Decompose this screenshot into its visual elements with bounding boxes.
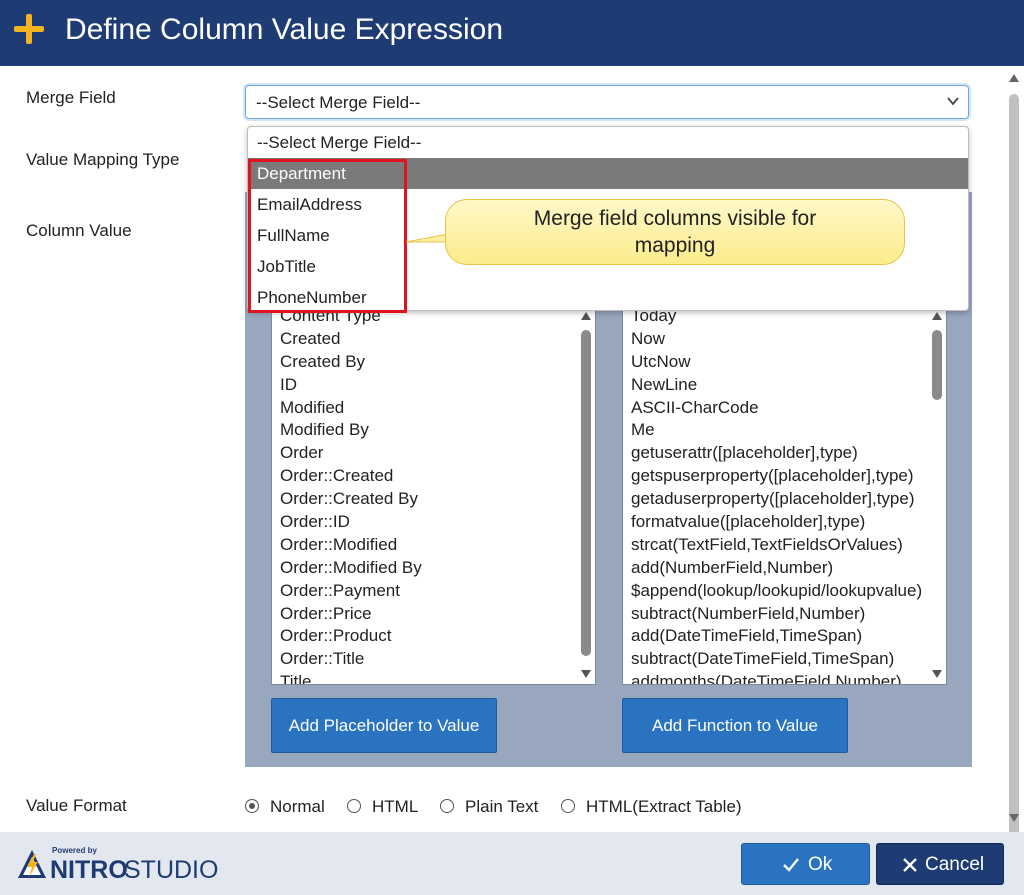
list-item[interactable]: addmonths(DateTimeField,Number) [631,671,922,684]
radio-button-checked[interactable] [245,799,259,813]
chevron-down-icon [947,97,959,106]
radio-label: HTML [372,797,419,816]
value-mapping-type-label: Value Mapping Type [26,150,180,169]
list-item[interactable]: Order::Modified By [280,557,422,580]
scroll-thumb[interactable] [581,330,591,656]
radio-label: HTML(Extract Table) [586,797,742,816]
brand-nitro: NITRO [50,856,128,884]
list-item[interactable]: Order::ID [280,511,422,534]
brand-studio: STUDIO [124,856,219,884]
annotation-highlight-box [248,159,407,313]
merge-field-selected-value: --Select Merge Field-- [256,93,421,112]
list-item[interactable]: $append(lookup/lookupid/lookupvalue) [631,580,922,603]
callout-line-1: Merge field columns visible for [533,207,817,230]
dialog-title: Define Column Value Expression [65,13,504,46]
scroll-thumb[interactable] [1009,94,1019,836]
list-item[interactable]: Order::Payment [280,580,422,603]
list-item[interactable]: Modified [280,397,422,420]
annotation-callout: Merge field columns visible for mapping [445,199,905,265]
dialog-footer: Powered by NITRO STUDIO [0,832,1024,895]
scroll-up-icon[interactable] [932,312,942,320]
callout-line-2: mapping [634,234,716,257]
list-item[interactable]: getuserattr([placeholder],type) [631,442,922,465]
powered-by-text: Powered by [52,846,97,855]
placeholder-scrollbar[interactable] [577,308,595,684]
list-item[interactable]: Order::Created [280,465,422,488]
close-icon [903,858,917,872]
list-item[interactable]: Created By [280,351,422,374]
list-item[interactable]: Modified By [280,419,422,442]
list-item[interactable]: Me [631,419,922,442]
radio-button[interactable] [347,799,361,813]
scroll-down-icon[interactable] [581,670,591,678]
radio-button[interactable] [561,799,575,813]
nitro-logo-icon [18,850,46,878]
radio-label: Plain Text [465,797,539,816]
list-item[interactable]: ID [280,374,422,397]
cancel-button[interactable]: Cancel [876,843,1004,885]
list-item[interactable]: getspuserproperty([placeholder],type) [631,465,922,488]
function-listbox[interactable]: Today Now UtcNow NewLine ASCII-CharCode Me get… [622,307,947,685]
list-item[interactable]: subtract(NumberField,Number) [631,603,922,626]
list-item[interactable]: formatvalue([placeholder],type) [631,511,922,534]
list-item[interactable]: add(DateTimeField,TimeSpan) [631,625,922,648]
list-item[interactable]: subtract(DateTimeField,TimeSpan) [631,648,922,671]
list-item[interactable]: Order::Created By [280,488,422,511]
cancel-label: Cancel [925,854,985,875]
ok-button[interactable]: Ok [741,843,870,885]
plus-icon [14,14,44,44]
value-format-label: Value Format [26,796,127,815]
list-item[interactable]: Order::Title [280,648,422,671]
dropdown-option[interactable]: --Select Merge Field-- [248,127,968,158]
function-scrollbar[interactable] [928,308,946,684]
list-item[interactable]: getaduserproperty([placeholder],type) [631,488,922,511]
list-item[interactable]: Order::Price [280,603,422,626]
list-item[interactable]: strcat(TextField,TextFieldsOrValues) [631,534,922,557]
scroll-up-icon[interactable] [1009,74,1019,82]
add-placeholder-button[interactable]: Add Placeholder to Value [271,698,497,753]
list-item[interactable]: Title [280,671,422,684]
scroll-down-icon[interactable] [932,670,942,678]
list-item[interactable]: Created [280,328,422,351]
list-item[interactable]: UtcNow [631,351,922,374]
nitro-studio-logo: Powered by NITRO STUDIO [16,846,219,886]
merge-field-label: Merge Field [26,88,116,107]
scroll-thumb[interactable] [932,330,942,400]
scroll-down-icon[interactable] [1009,814,1019,822]
ok-label: Ok [808,854,833,875]
list-item[interactable]: NewLine [631,374,922,397]
callout-tail [406,234,448,243]
list-item[interactable]: ASCII-CharCode [631,397,922,420]
dialog-header: Define Column Value Expression [0,0,1024,66]
add-function-button[interactable]: Add Function to Value [622,698,848,753]
column-value-label: Column Value [26,221,132,240]
scroll-up-icon[interactable] [581,312,591,320]
radio-label: Normal [270,797,325,816]
list-item[interactable]: Order::Product [280,625,422,648]
check-icon [783,858,799,872]
page-scrollbar[interactable] [1004,68,1024,836]
merge-field-select[interactable]: --Select Merge Field-- [245,85,969,119]
placeholder-listbox[interactable]: Content Type Created Created By ID Modified M… [271,307,596,685]
list-item[interactable]: Order [280,442,422,465]
radio-button[interactable] [440,799,454,813]
list-item[interactable]: Order::Modified [280,534,422,557]
list-item[interactable]: Now [631,328,922,351]
list-item[interactable]: add(NumberField,Number) [631,557,922,580]
